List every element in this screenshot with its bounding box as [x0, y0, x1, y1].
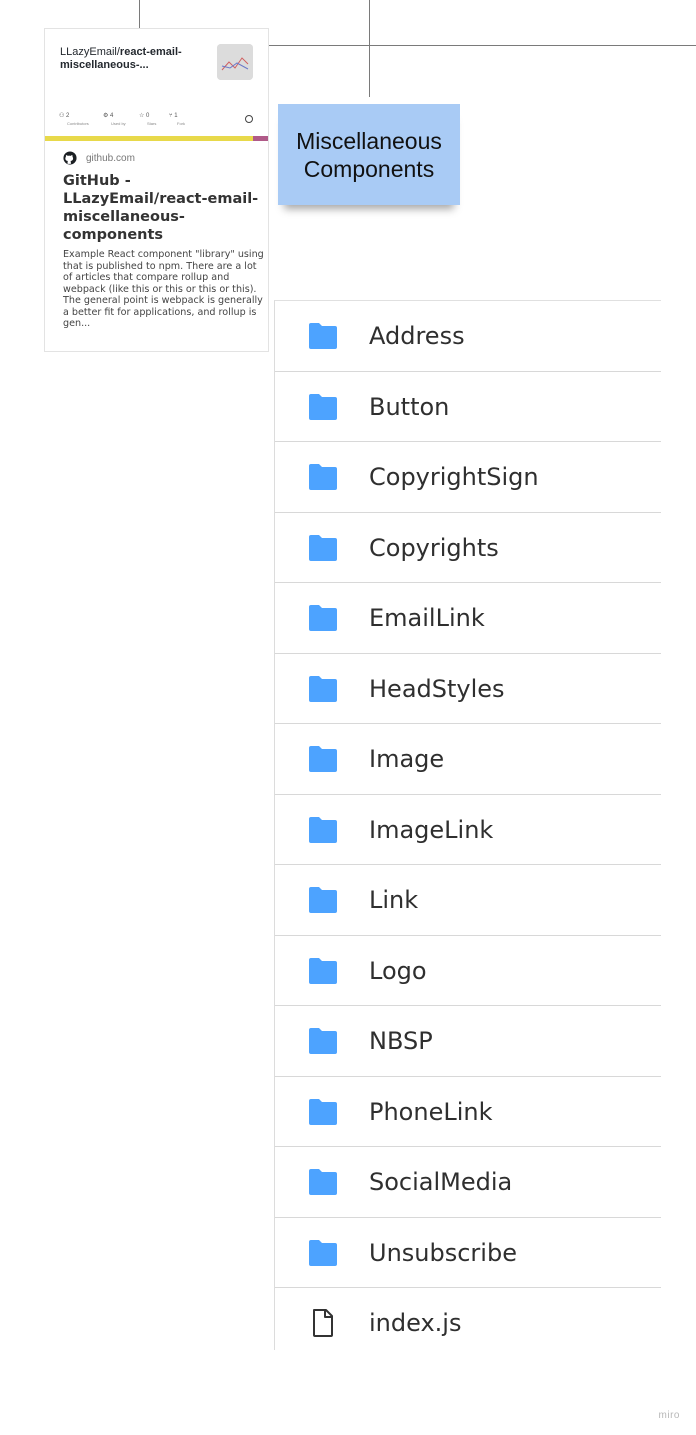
folder-row[interactable]: SocialMedia — [275, 1147, 661, 1218]
file-icon — [307, 1308, 339, 1338]
connector-line — [269, 45, 696, 46]
connector-line — [139, 0, 140, 28]
folder-row[interactable]: PhoneLink — [275, 1077, 661, 1147]
item-name: SocialMedia — [369, 1168, 513, 1196]
item-name: Logo — [369, 956, 427, 985]
item-name: Link — [369, 886, 419, 914]
folder-icon — [307, 1238, 339, 1268]
folder-icon — [307, 1097, 339, 1127]
folder-icon — [307, 744, 339, 774]
item-name: Image — [369, 745, 445, 773]
stat-used-by: ⚙ 4 Used by — [103, 113, 126, 126]
folder-row[interactable]: Link — [275, 865, 661, 936]
folder-row[interactable]: CopyrightSign — [275, 442, 661, 513]
item-name: Copyrights — [369, 533, 499, 562]
item-name: Address — [369, 322, 465, 350]
link-preview-card[interactable]: LLazyEmail/react-email-miscellaneous-...… — [44, 28, 269, 352]
miro-watermark: miro — [658, 1410, 680, 1421]
folder-icon — [307, 815, 339, 845]
folder-row[interactable]: EmailLink — [275, 583, 661, 654]
folder-icon — [307, 603, 339, 633]
folder-icon — [307, 533, 339, 563]
og-title: LLazyEmail/react-email-miscellaneous-... — [60, 46, 182, 71]
folder-row[interactable]: Address — [275, 301, 661, 372]
language-bar-js — [45, 136, 253, 141]
item-name: EmailLink — [369, 604, 485, 632]
folder-icon — [307, 321, 339, 351]
folder-icon — [307, 885, 339, 915]
stat-contributors: ⚇ 2 Contributors — [59, 113, 89, 126]
github-small-icon — [245, 115, 253, 123]
connector-line — [369, 0, 370, 97]
folder-icon — [307, 1026, 339, 1056]
repo-stats: ⚇ 2 Contributors ⚙ 4 Used by ☆ 0 Stars ⑂… — [59, 113, 259, 129]
file-row[interactable]: index.js — [275, 1288, 661, 1359]
folder-row[interactable]: Copyrights — [275, 513, 661, 583]
site-domain: github.com — [86, 152, 135, 164]
item-name: CopyrightSign — [369, 463, 539, 491]
item-name: ImageLink — [369, 815, 494, 844]
folder-icon — [307, 674, 339, 704]
folder-icon — [307, 392, 339, 422]
folder-row[interactable]: NBSP — [275, 1006, 661, 1077]
item-name: NBSP — [369, 1027, 433, 1055]
folder-row[interactable]: Image — [275, 724, 661, 795]
sticky-note[interactable]: Miscellaneous Components — [278, 104, 460, 205]
preview-title[interactable]: GitHub - LLazyEmail/react-email-miscella… — [63, 172, 268, 244]
sticky-note-text: Miscellaneous Components — [296, 127, 442, 182]
stat-forks: ⑂ 1 Fork — [169, 113, 185, 126]
item-name: Button — [369, 392, 450, 421]
folder-row[interactable]: Button — [275, 372, 661, 442]
site-row: github.com — [63, 149, 268, 167]
folder-icon — [307, 1167, 339, 1197]
folder-row[interactable]: Logo — [275, 936, 661, 1006]
item-name: PhoneLink — [369, 1097, 493, 1126]
folder-icon — [307, 956, 339, 986]
folder-row[interactable]: HeadStyles — [275, 654, 661, 724]
github-icon — [63, 151, 77, 165]
file-list: Address Button CopyrightSign Copyrights Emai… — [274, 300, 661, 1350]
folder-row[interactable]: ImageLink — [275, 795, 661, 865]
item-name: HeadStyles — [369, 674, 505, 703]
folder-icon — [307, 462, 339, 492]
stat-stars: ☆ 0 Stars — [139, 113, 157, 126]
repo-thumbnail — [217, 44, 253, 80]
preview-description: Example React component "library" using … — [63, 249, 264, 329]
language-bar-other — [253, 136, 268, 141]
preview-body: github.com GitHub - LLazyEmail/react-ema… — [63, 149, 268, 330]
folder-row[interactable]: Unsubscribe — [275, 1218, 661, 1288]
og-image: LLazyEmail/react-email-miscellaneous-...… — [45, 29, 268, 141]
item-name: index.js — [369, 1309, 462, 1337]
item-name: Unsubscribe — [369, 1238, 517, 1267]
